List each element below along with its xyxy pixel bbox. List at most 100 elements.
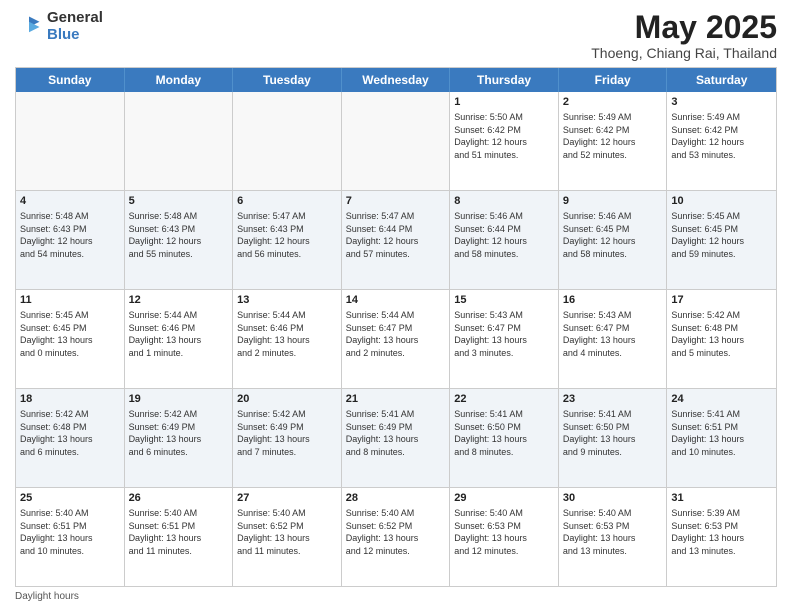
- location-subtitle: Thoeng, Chiang Rai, Thailand: [591, 45, 777, 61]
- day-number-8: 8: [454, 194, 554, 209]
- title-block: May 2025 Thoeng, Chiang Rai, Thailand: [591, 10, 777, 61]
- header-day-thursday: Thursday: [450, 68, 559, 92]
- day-number-1: 1: [454, 95, 554, 110]
- day-info-13: Sunrise: 5:44 AM Sunset: 6:46 PM Dayligh…: [237, 309, 337, 359]
- calendar-cell-day-20: 20Sunrise: 5:42 AM Sunset: 6:49 PM Dayli…: [233, 389, 342, 487]
- day-number-19: 19: [129, 392, 229, 407]
- day-info-3: Sunrise: 5:49 AM Sunset: 6:42 PM Dayligh…: [671, 111, 772, 161]
- day-info-2: Sunrise: 5:49 AM Sunset: 6:42 PM Dayligh…: [563, 111, 663, 161]
- day-number-25: 25: [20, 491, 120, 506]
- day-number-28: 28: [346, 491, 446, 506]
- calendar-cell-day-24: 24Sunrise: 5:41 AM Sunset: 6:51 PM Dayli…: [667, 389, 776, 487]
- day-number-23: 23: [563, 392, 663, 407]
- day-info-7: Sunrise: 5:47 AM Sunset: 6:44 PM Dayligh…: [346, 210, 446, 260]
- calendar-cell-day-9: 9Sunrise: 5:46 AM Sunset: 6:45 PM Daylig…: [559, 191, 668, 289]
- day-info-28: Sunrise: 5:40 AM Sunset: 6:52 PM Dayligh…: [346, 507, 446, 557]
- day-info-20: Sunrise: 5:42 AM Sunset: 6:49 PM Dayligh…: [237, 408, 337, 458]
- day-number-29: 29: [454, 491, 554, 506]
- calendar-row-1: 4Sunrise: 5:48 AM Sunset: 6:43 PM Daylig…: [16, 190, 776, 289]
- day-number-30: 30: [563, 491, 663, 506]
- day-info-21: Sunrise: 5:41 AM Sunset: 6:49 PM Dayligh…: [346, 408, 446, 458]
- day-info-27: Sunrise: 5:40 AM Sunset: 6:52 PM Dayligh…: [237, 507, 337, 557]
- day-info-23: Sunrise: 5:41 AM Sunset: 6:50 PM Dayligh…: [563, 408, 663, 458]
- day-info-30: Sunrise: 5:40 AM Sunset: 6:53 PM Dayligh…: [563, 507, 663, 557]
- calendar-cell-day-28: 28Sunrise: 5:40 AM Sunset: 6:52 PM Dayli…: [342, 488, 451, 586]
- calendar-row-3: 18Sunrise: 5:42 AM Sunset: 6:48 PM Dayli…: [16, 388, 776, 487]
- calendar-cell-day-22: 22Sunrise: 5:41 AM Sunset: 6:50 PM Dayli…: [450, 389, 559, 487]
- calendar-cell-day-29: 29Sunrise: 5:40 AM Sunset: 6:53 PM Dayli…: [450, 488, 559, 586]
- day-number-5: 5: [129, 194, 229, 209]
- calendar-row-0: 1Sunrise: 5:50 AM Sunset: 6:42 PM Daylig…: [16, 92, 776, 190]
- day-number-15: 15: [454, 293, 554, 308]
- header-day-sunday: Sunday: [16, 68, 125, 92]
- day-info-18: Sunrise: 5:42 AM Sunset: 6:48 PM Dayligh…: [20, 408, 120, 458]
- day-info-26: Sunrise: 5:40 AM Sunset: 6:51 PM Dayligh…: [129, 507, 229, 557]
- day-number-14: 14: [346, 293, 446, 308]
- day-info-6: Sunrise: 5:47 AM Sunset: 6:43 PM Dayligh…: [237, 210, 337, 260]
- generalblue-logo-icon: [15, 13, 43, 41]
- calendar-cell-day-15: 15Sunrise: 5:43 AM Sunset: 6:47 PM Dayli…: [450, 290, 559, 388]
- day-info-29: Sunrise: 5:40 AM Sunset: 6:53 PM Dayligh…: [454, 507, 554, 557]
- day-info-8: Sunrise: 5:46 AM Sunset: 6:44 PM Dayligh…: [454, 210, 554, 260]
- calendar-cell-day-6: 6Sunrise: 5:47 AM Sunset: 6:43 PM Daylig…: [233, 191, 342, 289]
- day-number-12: 12: [129, 293, 229, 308]
- calendar-row-4: 25 Sunrise: 5:40 AM Sunset: 6:51 PM Dayli…: [16, 487, 776, 586]
- calendar-cell-day-8: 8Sunrise: 5:46 AM Sunset: 6:44 PM Daylig…: [450, 191, 559, 289]
- calendar-cell-day-3: 3Sunrise: 5:49 AM Sunset: 6:42 PM Daylig…: [667, 92, 776, 190]
- calendar-empty-cell: [16, 92, 125, 190]
- calendar-cell-day-18: 18Sunrise: 5:42 AM Sunset: 6:48 PM Dayli…: [16, 389, 125, 487]
- footer-note: Daylight hours: [15, 591, 777, 602]
- header: General Blue May 2025 Thoeng, Chiang Rai…: [15, 10, 777, 61]
- day-info-11: Sunrise: 5:45 AM Sunset: 6:45 PM Dayligh…: [20, 309, 120, 359]
- calendar-cell-day-13: 13Sunrise: 5:44 AM Sunset: 6:46 PM Dayli…: [233, 290, 342, 388]
- day-number-17: 17: [671, 293, 772, 308]
- logo: General Blue: [15, 10, 103, 43]
- calendar-cell-day-21: 21Sunrise: 5:41 AM Sunset: 6:49 PM Dayli…: [342, 389, 451, 487]
- calendar-cell-day-25: 25Sunrise: 5:40 AM Sunset: 6:51 PM Dayli…: [16, 488, 125, 586]
- day-number-26: 26: [129, 491, 229, 506]
- page: General Blue May 2025 Thoeng, Chiang Rai…: [0, 0, 792, 612]
- day-number-21: 21: [346, 392, 446, 407]
- calendar-cell-day-5: 5Sunrise: 5:48 AM Sunset: 6:43 PM Daylig…: [125, 191, 234, 289]
- calendar: SundayMondayTuesdayWednesdayThursdayFrid…: [15, 67, 777, 587]
- day-info-4: Sunrise: 5:48 AM Sunset: 6:43 PM Dayligh…: [20, 210, 120, 260]
- day-info-10: Sunrise: 5:45 AM Sunset: 6:45 PM Dayligh…: [671, 210, 772, 260]
- day-info-5: Sunrise: 5:48 AM Sunset: 6:43 PM Dayligh…: [129, 210, 229, 260]
- day-info-24: Sunrise: 5:41 AM Sunset: 6:51 PM Dayligh…: [671, 408, 772, 458]
- calendar-empty-cell: [342, 92, 451, 190]
- calendar-cell-day-7: 7Sunrise: 5:47 AM Sunset: 6:44 PM Daylig…: [342, 191, 451, 289]
- header-day-friday: Friday: [559, 68, 668, 92]
- calendar-empty-cell: [233, 92, 342, 190]
- calendar-cell-day-30: 30Sunrise: 5:40 AM Sunset: 6:53 PM Dayli…: [559, 488, 668, 586]
- calendar-body: 1Sunrise: 5:50 AM Sunset: 6:42 PM Daylig…: [16, 92, 776, 586]
- day-info-15: Sunrise: 5:43 AM Sunset: 6:47 PM Dayligh…: [454, 309, 554, 359]
- day-number-13: 13: [237, 293, 337, 308]
- day-info-14: Sunrise: 5:44 AM Sunset: 6:47 PM Dayligh…: [346, 309, 446, 359]
- day-number-3: 3: [671, 95, 772, 110]
- day-number-16: 16: [563, 293, 663, 308]
- day-info-22: Sunrise: 5:41 AM Sunset: 6:50 PM Dayligh…: [454, 408, 554, 458]
- day-info-17: Sunrise: 5:42 AM Sunset: 6:48 PM Dayligh…: [671, 309, 772, 359]
- day-number-2: 2: [563, 95, 663, 110]
- calendar-header-row: SundayMondayTuesdayWednesdayThursdayFrid…: [16, 68, 776, 92]
- logo-blue: Blue: [47, 27, 103, 44]
- day-number-22: 22: [454, 392, 554, 407]
- calendar-cell-day-31: 31Sunrise: 5:39 AM Sunset: 6:53 PM Dayli…: [667, 488, 776, 586]
- header-day-tuesday: Tuesday: [233, 68, 342, 92]
- logo-text: General Blue: [47, 10, 103, 43]
- day-number-7: 7: [346, 194, 446, 209]
- calendar-empty-cell: [125, 92, 234, 190]
- calendar-cell-day-27: 27Sunrise: 5:40 AM Sunset: 6:52 PM Dayli…: [233, 488, 342, 586]
- day-info-19: Sunrise: 5:42 AM Sunset: 6:49 PM Dayligh…: [129, 408, 229, 458]
- calendar-cell-day-11: 11Sunrise: 5:45 AM Sunset: 6:45 PM Dayli…: [16, 290, 125, 388]
- calendar-cell-day-19: 19Sunrise: 5:42 AM Sunset: 6:49 PM Dayli…: [125, 389, 234, 487]
- day-number-24: 24: [671, 392, 772, 407]
- calendar-cell-day-16: 16Sunrise: 5:43 AM Sunset: 6:47 PM Dayli…: [559, 290, 668, 388]
- calendar-cell-day-23: 23Sunrise: 5:41 AM Sunset: 6:50 PM Dayli…: [559, 389, 668, 487]
- day-info-9: Sunrise: 5:46 AM Sunset: 6:45 PM Dayligh…: [563, 210, 663, 260]
- month-title: May 2025: [591, 10, 777, 45]
- day-number-4: 4: [20, 194, 120, 209]
- day-info-12: Sunrise: 5:44 AM Sunset: 6:46 PM Dayligh…: [129, 309, 229, 359]
- calendar-cell-day-2: 2Sunrise: 5:49 AM Sunset: 6:42 PM Daylig…: [559, 92, 668, 190]
- calendar-cell-day-17: 17Sunrise: 5:42 AM Sunset: 6:48 PM Dayli…: [667, 290, 776, 388]
